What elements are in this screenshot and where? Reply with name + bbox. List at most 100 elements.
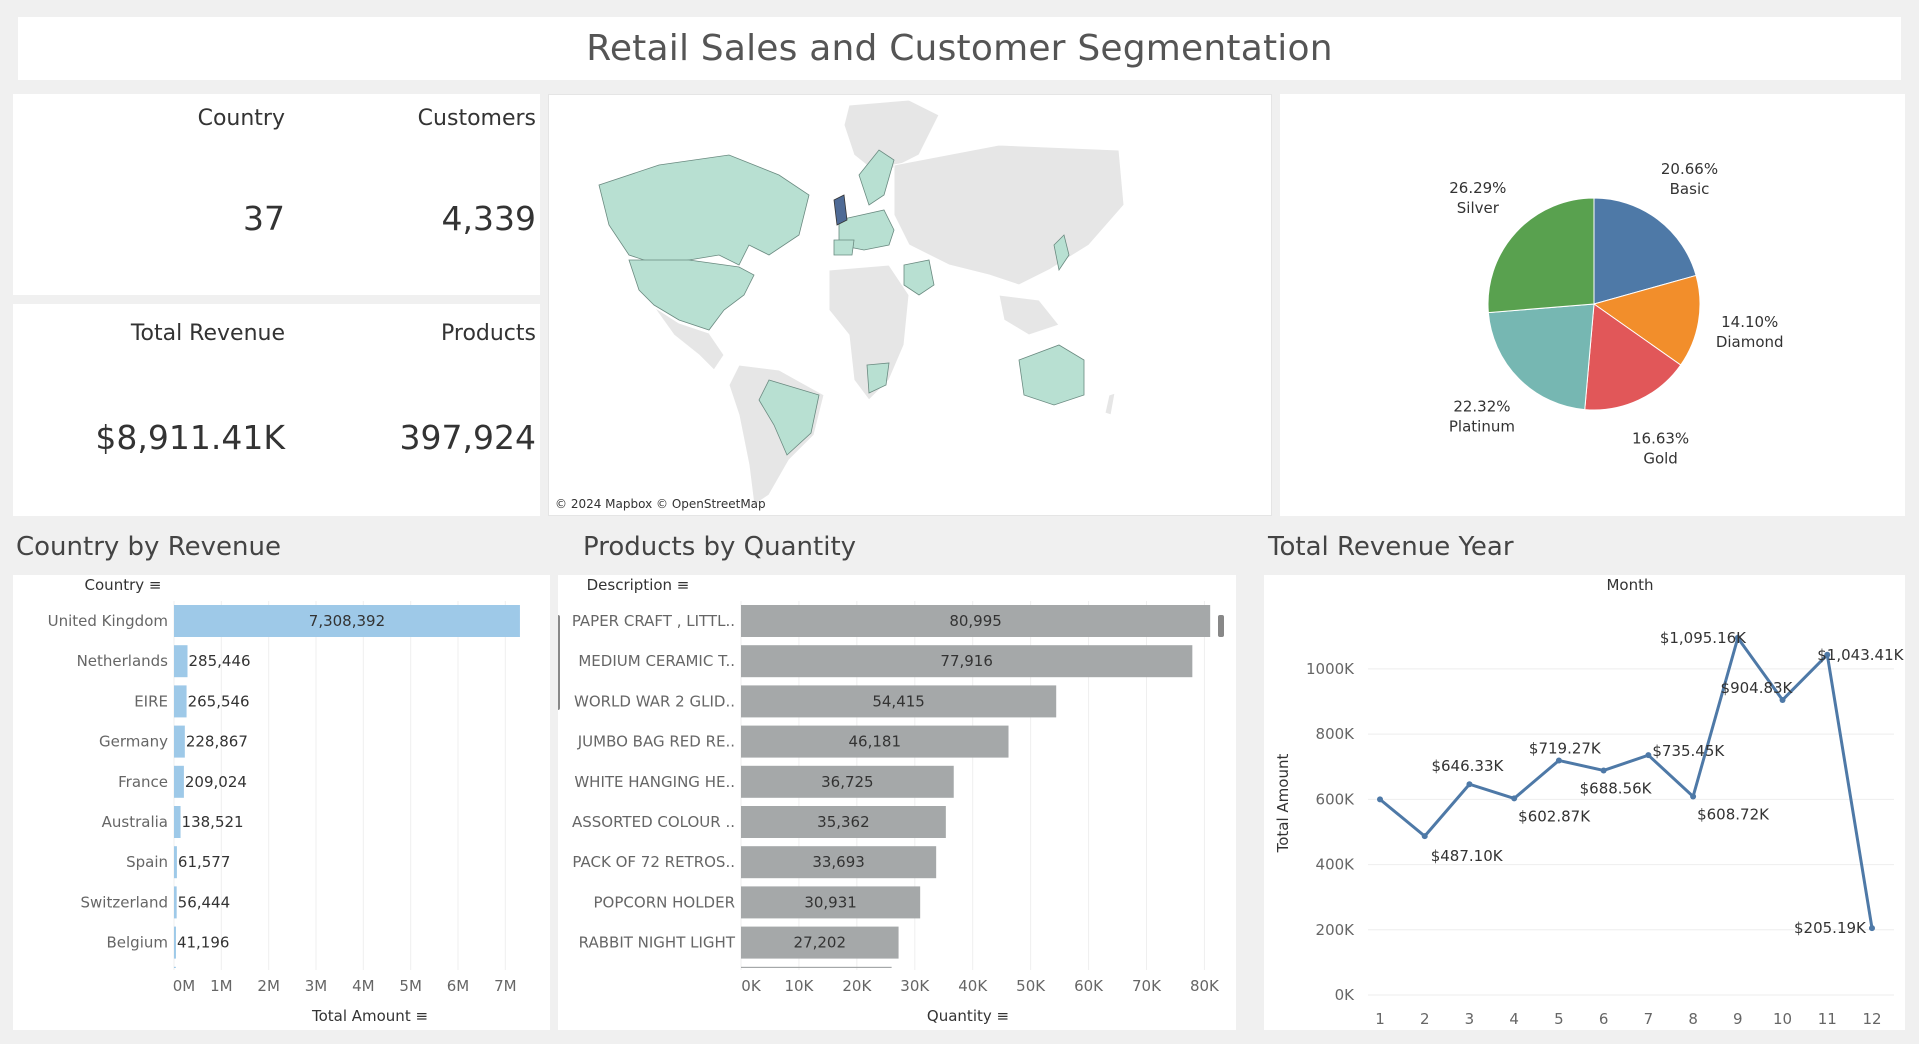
pie-slice-platinum[interactable] (1487, 303, 1595, 411)
kpi-revenue-value: $8,911.41K (95, 418, 285, 457)
bar-value-label: 228,867 (186, 733, 248, 751)
x-tick-label: 10 (1773, 1010, 1792, 1028)
bar[interactable] (174, 886, 177, 919)
line-point[interactable] (1600, 767, 1607, 774)
segment-pie-chart[interactable]: 20.66% Basic 14.10% Diamond 16.63% Gold 22.32%… (1280, 94, 1905, 516)
section-title-country-revenue: Country by Revenue (16, 532, 281, 562)
line-point[interactable] (1645, 752, 1652, 759)
x-tick-label: 20K (842, 977, 872, 995)
point-value-label: $735.45K (1652, 742, 1725, 760)
bar-value-label: 54,415 (872, 692, 925, 710)
x-axis-title[interactable]: Quantity ≡ (927, 1007, 1009, 1025)
x-tick-label: 30K (900, 977, 930, 995)
pie-label-percent-basic: 20.66% (1661, 160, 1718, 178)
pie-label-percent-silver: 26.29% (1449, 179, 1506, 197)
bar[interactable] (174, 806, 181, 838)
line-point[interactable] (1421, 833, 1428, 840)
x-tick-label: 6M (447, 977, 470, 995)
category-label: Australia (102, 813, 168, 831)
kpi-country-label: Country (197, 106, 285, 131)
bar-value-label: 41,196 (177, 934, 230, 952)
bar-value-label: 27,202 (794, 934, 847, 952)
y-axis-title: Total Amount (1274, 754, 1292, 854)
line-point[interactable] (1555, 757, 1562, 764)
y-tick-label: 200K (1316, 921, 1356, 939)
bar[interactable] (174, 765, 184, 798)
x-tick-label: 8 (1688, 1010, 1698, 1028)
revenue-year-panel: Month 0K 200K 400K 600K 800K 1000K Total Amount… (1264, 575, 1905, 1030)
category-label: WORLD WAR 2 GLID.. (574, 692, 735, 710)
dashboard-title-bar: Retail Sales and Customer Segmentation (18, 17, 1901, 80)
pie-label-name-diamond: Diamond (1716, 333, 1784, 351)
country-revenue-chart[interactable]: Country ≡ 0M 1M 2M 3M 4M 5M 6M 7M Total Amount ≡ U… (13, 575, 550, 1030)
x-tick-label: 1 (1375, 1010, 1385, 1028)
category-label: Belgium (107, 934, 169, 952)
kpi-products-label: Products (441, 321, 536, 346)
country-revenue-panel: Country ≡ 0M 1M 2M 3M 4M 5M 6M 7M Total Amount ≡ U… (13, 575, 550, 1030)
map-credit: © 2024 Mapbox © OpenStreetMap (555, 497, 766, 511)
point-value-label: $688.56K (1580, 779, 1653, 797)
products-scrollbar-thumb[interactable] (1218, 615, 1224, 637)
category-label: Switzerland (81, 893, 169, 911)
pie-label-name-platinum: Platinum (1449, 417, 1515, 435)
category-label: JUMBO BAG RED RE.. (577, 733, 735, 751)
pie-label-name-basic: Basic (1670, 180, 1710, 198)
bar-value-label: 35,362 (817, 813, 870, 831)
kpi-products-value: 397,924 (399, 418, 536, 457)
bar[interactable] (174, 645, 188, 678)
pie-label-percent-gold: 16.63% (1632, 429, 1689, 447)
y-tick-label: 0K (1335, 986, 1356, 1004)
category-label: MEDIUM CERAMIC T.. (578, 652, 735, 670)
y-tick-label: 600K (1316, 790, 1356, 808)
category-header[interactable]: Description ≡ (587, 576, 690, 594)
map-iberia[interactable] (833, 239, 855, 256)
bar[interactable] (174, 926, 176, 959)
bar[interactable] (174, 685, 187, 718)
x-tick-label: 2 (1420, 1010, 1430, 1028)
x-tick-label: 9 (1733, 1010, 1743, 1028)
category-label: Netherlands (77, 652, 169, 670)
point-value-label: $646.33K (1431, 757, 1504, 775)
kpi-revenue-label: Total Revenue (130, 321, 285, 346)
bar-value-label: 77,916 (940, 652, 993, 670)
category-label: ASSORTED COLOUR .. (572, 813, 735, 831)
line-point[interactable] (1690, 793, 1697, 800)
point-value-label: $719.27K (1529, 739, 1602, 757)
products-quantity-chart[interactable]: Description ≡ 0K 10K 20K 30K 40K 50K 60K 70K 80K Q… (554, 575, 1236, 1030)
x-tick-label: 3M (305, 977, 328, 995)
line-point[interactable] (1779, 696, 1786, 703)
line-point[interactable] (1511, 795, 1518, 802)
kpi-panel-bottom: Total Revenue Products $8,911.41K 397,92… (13, 304, 540, 516)
bar-value-label: 80,995 (949, 612, 1002, 630)
country-scrollbar-thumb[interactable] (554, 615, 560, 710)
x-tick-label: 0M (173, 977, 196, 995)
x-tick-label: 5M (399, 977, 422, 995)
bar-value-label: 285,446 (189, 652, 251, 670)
kpi-customers-label: Customers (417, 106, 536, 131)
kpi-country-value: 37 (243, 199, 285, 238)
world-map-svg[interactable] (549, 95, 1272, 516)
pie-label-percent-platinum: 22.32% (1453, 397, 1510, 415)
section-title-revenue-year: Total Revenue Year (1268, 532, 1514, 562)
y-tick-label: 400K (1316, 856, 1356, 874)
x-tick-label: 1M (210, 977, 233, 995)
section-title-products-quantity: Products by Quantity (583, 532, 857, 562)
pie-label-name-silver: Silver (1457, 199, 1500, 217)
bar[interactable] (174, 846, 177, 879)
pie-slice-silver[interactable] (1487, 197, 1595, 314)
point-value-label: $904.83K (1721, 679, 1794, 697)
bar[interactable] (174, 725, 185, 758)
world-map[interactable]: © 2024 Mapbox © OpenStreetMap (548, 94, 1272, 516)
revenue-year-chart[interactable]: Month 0K 200K 400K 600K 800K 1000K Total Amount… (1264, 575, 1905, 1030)
line-point[interactable] (1466, 781, 1473, 788)
line-point[interactable] (1869, 925, 1875, 932)
category-label: United Kingdom (48, 612, 168, 630)
line-point[interactable] (1377, 796, 1383, 803)
x-axis-title[interactable]: Total Amount ≡ (311, 1007, 428, 1025)
x-tick-label: 12 (1862, 1010, 1881, 1028)
category-label: France (118, 773, 168, 791)
bar-value-label: 138,521 (182, 813, 244, 831)
bar-value-label: 7,308,392 (309, 612, 385, 630)
category-header[interactable]: Country ≡ (85, 576, 162, 594)
x-tick-label: 50K (1016, 977, 1046, 995)
